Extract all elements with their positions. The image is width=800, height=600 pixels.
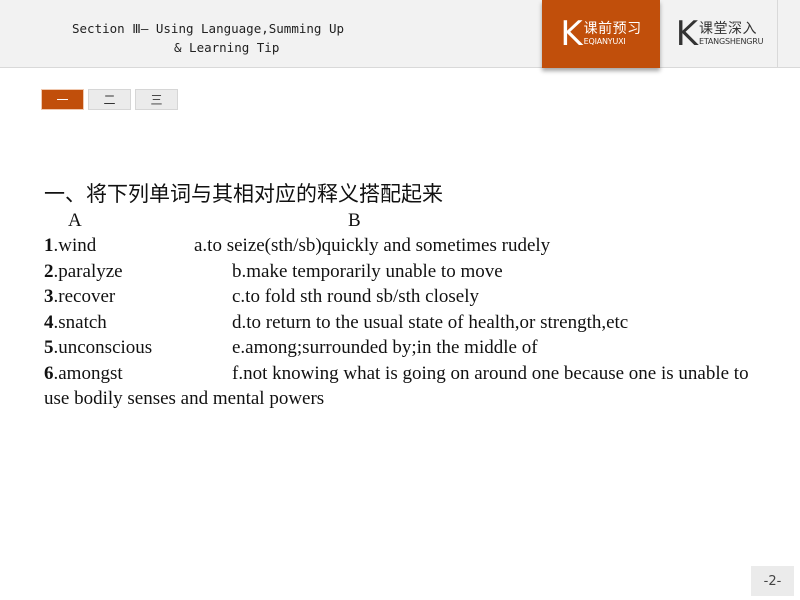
item-word: .recover [53,286,116,307]
section-title-line2: & Learning Tip [174,40,280,55]
item-word: .wind [53,235,97,256]
item-number: 1 [44,235,54,256]
header-bar: Section Ⅲ— Using Language,Summing Up & Le… [0,0,800,68]
nav-tab-preview[interactable]: K 课前预习 EQIANYUXI [542,0,660,68]
k-logo-icon: K [675,14,698,54]
nav-tab-label: 课堂深入 [698,21,757,37]
pager-button-1[interactable]: 一 [41,89,84,110]
section-title-line1: Section Ⅲ— Using Language,Summing Up [72,21,345,36]
nav-tab-pinyin: ETANGSHENGRU [698,37,764,46]
exercise-content: 一、将下列单词与其相对应的释义搭配起来 A B 1.wind a.to seize… [44,180,764,412]
nav-tab-in-class[interactable]: K 课堂深入 ETANGSHENGRU [662,0,778,68]
nav-tab-pinyin: EQIANYUXI [583,37,626,46]
match-item: 3.recover c.to fold sth round sb/sth clos… [44,284,764,310]
match-item: 6.amongst f.not knowing what is going on … [44,361,764,412]
item-definition: e.among;surrounded by;in the middle of [232,337,538,358]
pager-button-2[interactable]: 二 [88,89,131,110]
section-pager: 一 二 三 [41,89,178,110]
item-word: .paralyze [53,260,123,282]
match-item: 4.snatch d.to return to the usual state o… [44,310,764,336]
item-word: .amongst [53,362,123,384]
item-number: 4 [44,311,54,333]
item-definition: b.make temporarily unable to move [232,260,503,282]
item-definition: d.to return to the usual state of health… [232,311,629,333]
column-a-header: A [68,210,82,231]
match-item: 2.paralyze b.make temporarily unable to m… [44,259,764,285]
item-definition: c.to fold sth round sb/sth closely [232,286,479,307]
item-word: .unconscious [53,337,153,358]
question-title: 一、将下列单词与其相对应的释义搭配起来 [44,182,443,206]
item-number: 3 [44,286,54,307]
item-number: 5 [44,337,54,358]
nav-tab-label: 课前预习 [583,21,642,37]
match-item: 1.wind a.to seize(sth/sb)quickly and some… [44,233,764,259]
column-b-header: B [348,210,361,231]
item-number: 6 [44,362,54,384]
page-number: -2- [751,566,794,596]
match-item: 5.unconscious e.among;surrounded by;in th… [44,335,764,361]
pager-button-3[interactable]: 三 [135,89,178,110]
item-number: 2 [44,260,54,282]
column-headers: A B [44,208,764,233]
item-definition: a.to seize(sth/sb)quickly and sometimes … [194,235,551,256]
k-logo-icon: K [560,14,583,54]
item-word: .snatch [53,311,107,333]
section-title: Section Ⅲ— Using Language,Summing Up & Le… [72,19,344,57]
